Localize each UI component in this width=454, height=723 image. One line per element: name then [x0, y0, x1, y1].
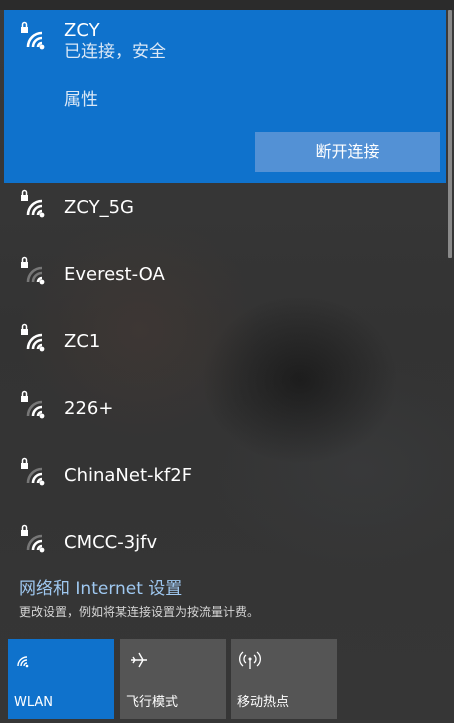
network-flyout: ZCY 已连接，安全 属性 断开连接 ZCY_5G Everest-OA ZC1…	[0, 0, 454, 723]
network-name: CMCC-3jfv	[64, 532, 158, 553]
network-item[interactable]: Everest-OA	[4, 243, 446, 310]
network-item[interactable]: 226+	[4, 377, 446, 444]
network-list-scrollbar[interactable]	[446, 0, 454, 570]
network-name: Everest-OA	[64, 264, 165, 285]
quick-action-wlan[interactable]: WLAN	[8, 639, 114, 719]
tile-label: WLAN	[14, 695, 54, 710]
network-settings-description: 更改设置，例如将某连接设置为按流量计费。	[19, 605, 260, 619]
tile-label: 飞行模式	[126, 695, 179, 710]
quick-action-airplane-mode[interactable]: 飞行模式	[120, 639, 226, 719]
network-name: 226+	[64, 398, 114, 419]
network-item[interactable]: ZCY_5G	[4, 176, 446, 243]
network-item-connected[interactable]: ZCY 已连接，安全 属性 断开连接	[4, 10, 446, 183]
properties-link[interactable]: 属性	[64, 89, 98, 111]
wifi-secured-icon	[18, 520, 52, 558]
flyout-top-edge	[0, 0, 454, 10]
airplane-icon	[128, 649, 150, 675]
wifi-secured-icon	[18, 185, 52, 223]
network-item[interactable]: CMCC-3jfv	[4, 511, 446, 578]
quick-action-mobile-hotspot[interactable]: 移动热点	[231, 639, 337, 719]
disconnect-button[interactable]: 断开连接	[255, 132, 440, 172]
network-name: ZC1	[64, 331, 101, 352]
network-item[interactable]: ChinaNet-kf2F	[4, 444, 446, 511]
hotspot-icon	[239, 649, 261, 675]
wifi-secured-icon	[18, 453, 52, 491]
network-name: ZCY_5G	[64, 197, 134, 218]
tile-label: 移动热点	[237, 695, 290, 710]
wifi-secured-icon	[18, 386, 52, 424]
wifi-secured-icon	[18, 319, 52, 357]
wifi-secured-weak-icon	[18, 252, 52, 290]
connected-network-name: ZCY	[64, 20, 100, 41]
connected-network-status: 已连接，安全	[64, 42, 166, 62]
wifi-icon	[16, 649, 36, 673]
scrollbar-thumb[interactable]	[448, 10, 452, 258]
network-settings-link[interactable]: 网络和 Internet 设置	[19, 578, 182, 600]
network-item[interactable]: ZC1	[4, 310, 446, 377]
network-name: ChinaNet-kf2F	[64, 465, 193, 486]
wifi-secured-icon	[18, 17, 52, 55]
quick-actions: WLAN 飞行模式 移动热点	[0, 628, 454, 723]
